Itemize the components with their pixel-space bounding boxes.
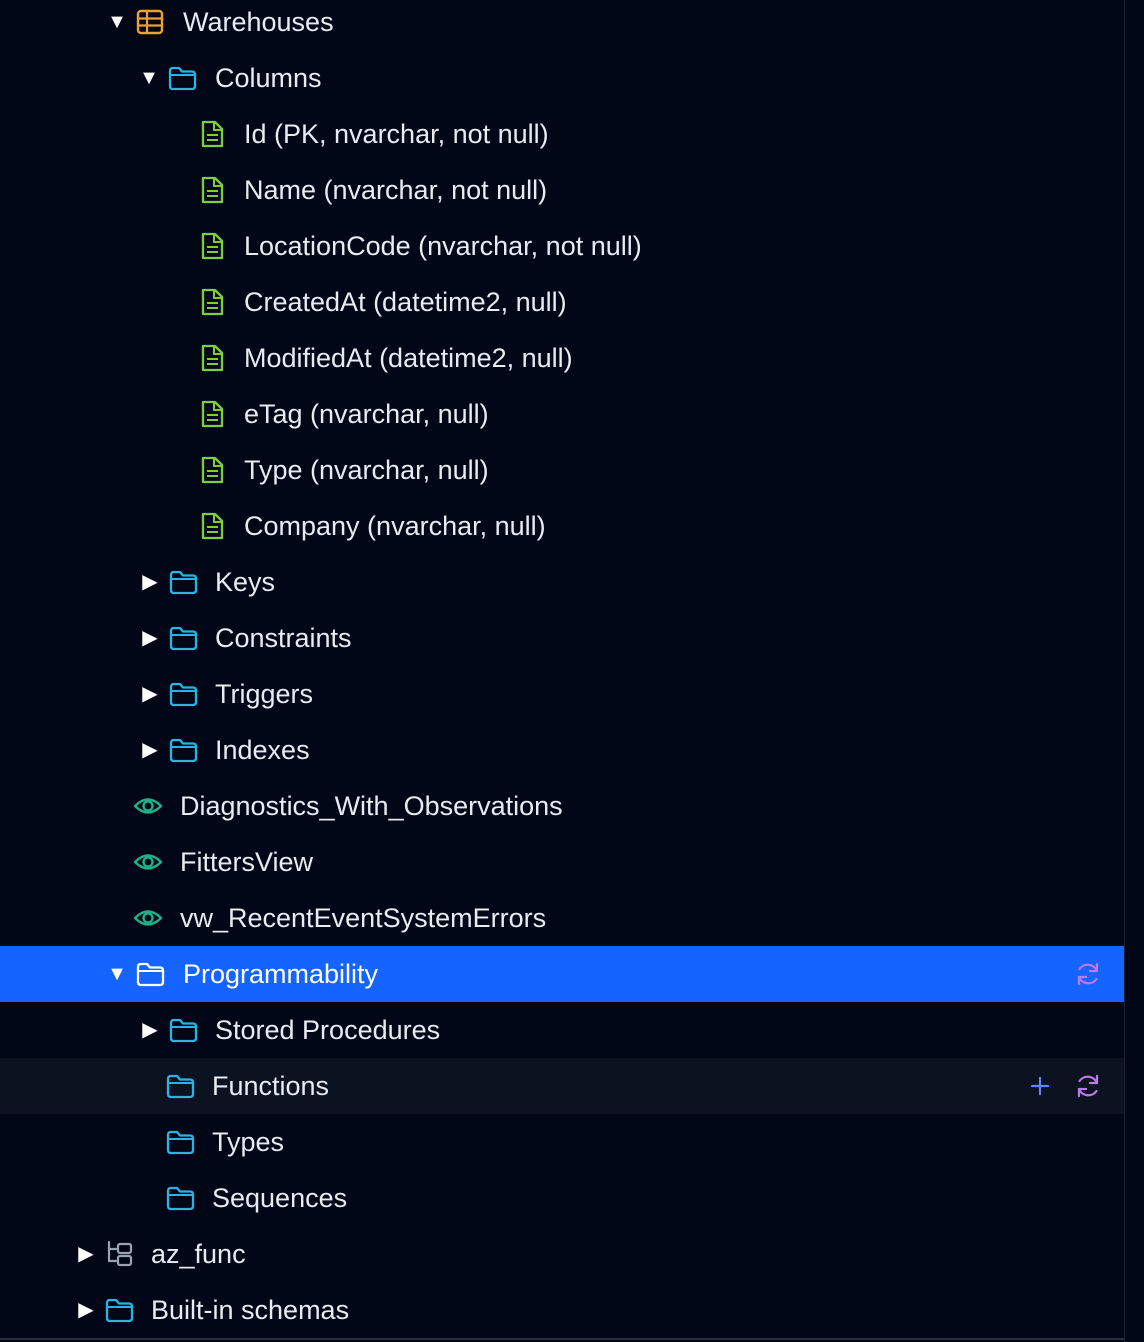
folder-icon [168,735,198,765]
tree-node-view[interactable]: Diagnostics_With_Observations [0,778,1124,834]
tree-node-keys[interactable]: ▶ Keys [0,554,1124,610]
tree-node-label: Id (PK, nvarchar, not null) [244,119,549,149]
expand-chevron[interactable]: ▼ [138,50,160,106]
eye-icon [133,847,163,877]
tree-node-triggers[interactable]: ▶ Triggers [0,666,1124,722]
tree-node-label: Diagnostics_With_Observations [180,791,563,821]
tree-node-label: az_func [151,1239,246,1269]
collapse-chevron[interactable]: ▶ [139,722,161,778]
folder-icon [165,1071,195,1101]
table-icon [135,7,165,37]
tree-node-label: Functions [212,1071,330,1101]
eye-icon [133,903,163,933]
tree-node-column[interactable]: Id (PK, nvarchar, not null) [0,106,1124,162]
tree-node-column[interactable]: Company (nvarchar, null) [0,498,1124,554]
folder-icon [167,63,197,93]
refresh-icon[interactable] [1073,1071,1103,1101]
folder-icon [104,1295,134,1325]
tree-node-label: Sequences [212,1183,348,1213]
tree-node-az-func[interactable]: ▶ az_func [0,1226,1124,1282]
tree-node-column[interactable]: CreatedAt (datetime2, null) [0,274,1124,330]
tree-node-label: LocationCode (nvarchar, not null) [244,231,642,261]
tree-node-indexes[interactable]: ▶ Indexes [0,722,1124,778]
tree-node-column[interactable]: ModifiedAt (datetime2, null) [0,330,1124,386]
tree-node-column[interactable]: eTag (nvarchar, null) [0,386,1124,442]
tree-node-columns[interactable]: ▼ Columns [0,50,1124,106]
tree-node-warehouses[interactable]: ▼ Warehouses [0,0,1124,50]
document-icon [197,511,227,541]
scrollbar-track[interactable] [1124,0,1144,1342]
schema-icon [104,1239,134,1269]
tree-node-label: Stored Procedures [215,1015,441,1045]
tree-node-view[interactable]: FittersView [0,834,1124,890]
tree-node-column[interactable]: Name (nvarchar, not null) [0,162,1124,218]
plus-icon[interactable] [1025,1071,1055,1101]
tree-node-label: Company (nvarchar, null) [244,511,546,541]
tree-node-label: Columns [215,63,322,93]
tree-node-view[interactable]: vw_RecentEventSystemErrors [0,890,1124,946]
object-explorer-tree: ▼ Warehouses ▼ Columns Id (PK, nvarchar,… [0,0,1124,1342]
tree-node-functions[interactable]: Functions [0,1058,1124,1114]
tree-node-label: CreatedAt (datetime2, null) [244,287,567,317]
tree-node-stored-procedures[interactable]: ▶ Stored Procedures [0,1002,1124,1058]
tree-node-label: eTag (nvarchar, null) [244,399,489,429]
folder-icon [168,567,198,597]
tree-node-label: Triggers [215,679,314,709]
tree-node-label: Programmability [183,959,379,989]
collapse-chevron[interactable]: ▶ [139,1002,161,1058]
tree-node-label: Built-in schemas [151,1295,350,1325]
tree-node-label: Name (nvarchar, not null) [244,175,548,205]
refresh-icon[interactable] [1073,959,1103,989]
collapse-chevron[interactable]: ▶ [139,554,161,610]
expand-chevron[interactable]: ▼ [106,946,128,1002]
tree-node-label: ModifiedAt (datetime2, null) [244,343,573,373]
document-icon [197,455,227,485]
document-icon [197,231,227,261]
document-icon [197,399,227,429]
tree-node-label: FittersView [180,847,314,877]
folder-icon [165,1183,195,1213]
tree-node-label: Indexes [215,735,310,765]
panel-bottom-border [0,1338,1124,1340]
folder-icon [168,1015,198,1045]
document-icon [197,343,227,373]
tree-node-label: Constraints [215,623,352,653]
document-icon [197,119,227,149]
collapse-chevron[interactable]: ▶ [139,610,161,666]
collapse-chevron[interactable]: ▶ [75,1282,97,1338]
tree-node-label: Type (nvarchar, null) [244,455,489,485]
tree-node-label: Keys [215,567,276,597]
tree-node-types[interactable]: Types [0,1114,1124,1170]
expand-chevron[interactable]: ▼ [106,0,128,50]
document-icon [197,287,227,317]
tree-node-column[interactable]: LocationCode (nvarchar, not null) [0,218,1124,274]
tree-node-programmability[interactable]: ▼ Programmability [0,946,1124,1002]
collapse-chevron[interactable]: ▶ [139,666,161,722]
folder-icon [135,959,165,989]
tree-node-label: Types [212,1127,285,1157]
tree-node-builtin-schemas[interactable]: ▶ Built-in schemas [0,1282,1124,1338]
eye-icon [133,791,163,821]
folder-icon [168,679,198,709]
document-icon [197,175,227,205]
folder-icon [168,623,198,653]
folder-icon [165,1127,195,1157]
tree-node-sequences[interactable]: Sequences [0,1170,1124,1226]
tree-node-constraints[interactable]: ▶ Constraints [0,610,1124,666]
tree-node-label: vw_RecentEventSystemErrors [180,903,547,933]
tree-node-label: Warehouses [183,7,334,37]
tree-node-column[interactable]: Type (nvarchar, null) [0,442,1124,498]
collapse-chevron[interactable]: ▶ [75,1226,97,1282]
